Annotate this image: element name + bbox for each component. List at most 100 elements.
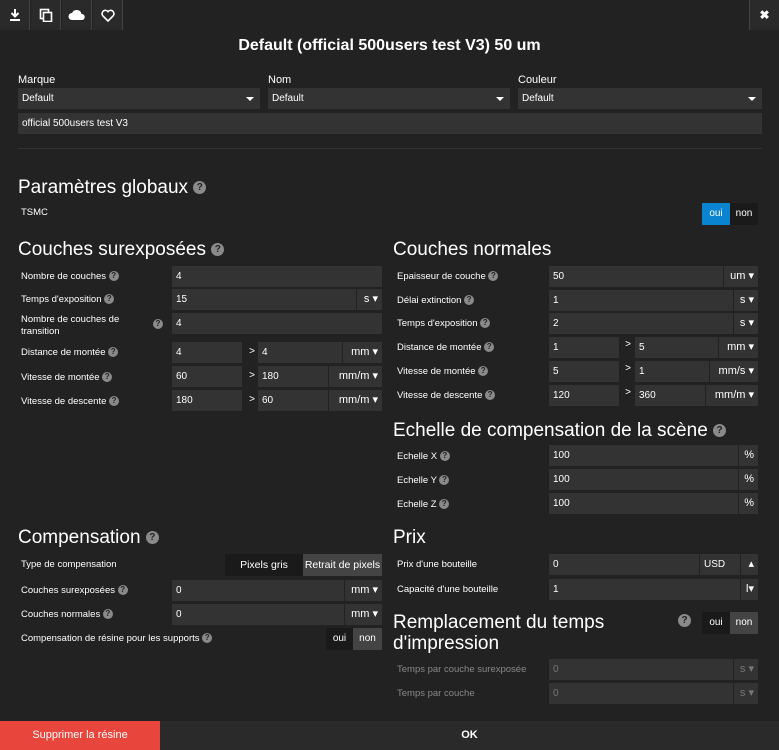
normal-lift-speed-a-input[interactable]: 5 [549, 361, 619, 382]
help-icon[interactable]: ? [713, 424, 727, 438]
print-time-no-toggle[interactable]: non [730, 612, 758, 634]
over-retract-speed-label-text: Vitesse de descente [21, 396, 107, 407]
description-field[interactable]: official 500users test V3 [18, 113, 762, 134]
help-icon[interactable]: ? [480, 318, 491, 329]
normal-thickness-unit[interactable]: um ▾ [723, 266, 758, 287]
help-icon[interactable]: ? [678, 614, 691, 627]
over-lift-speed-b-input[interactable]: 180 [258, 366, 328, 387]
help-icon[interactable]: ? [102, 372, 113, 383]
download-icon [9, 9, 20, 21]
favorite-button[interactable] [93, 0, 123, 30]
normal-lift-dist-b-input[interactable]: 5 [635, 337, 718, 358]
normal-lift-dist-unit[interactable]: mm ▾ [718, 337, 758, 358]
print-time-layer-input[interactable]: 0 [549, 683, 733, 704]
bottle-price-input[interactable]: 0 [549, 554, 699, 575]
help-icon[interactable]: ? [439, 475, 450, 486]
supports-yes-toggle[interactable]: oui [326, 628, 353, 650]
help-icon[interactable]: ? [109, 396, 120, 407]
normal-retract-speed-label-text: Vitesse de descente [397, 390, 483, 401]
name-select[interactable]: Default [268, 88, 510, 109]
help-icon[interactable]: ? [104, 294, 115, 305]
help-icon[interactable]: ? [485, 390, 496, 401]
help-icon[interactable]: ? [211, 243, 225, 257]
over-retract-speed-unit[interactable]: mm/m ▾ [328, 390, 382, 411]
scale-z-input[interactable]: 100 [549, 493, 738, 514]
over-count-input[interactable]: 4 [172, 266, 382, 287]
over-lift-speed-unit[interactable]: mm/m ▾ [328, 366, 382, 387]
over-transition-input[interactable]: 4 [172, 313, 382, 334]
help-icon[interactable]: ? [478, 366, 489, 377]
normal-exposure-input[interactable]: 2 [549, 313, 733, 334]
print-time-over-unit[interactable]: s ▾ [733, 659, 758, 680]
over-exposure-input[interactable]: 15 [172, 289, 356, 310]
close-button[interactable]: ✖ [749, 0, 779, 30]
help-icon[interactable]: ? [488, 271, 499, 282]
over-count-label-text: Nombre de couches [21, 271, 107, 282]
help-icon[interactable]: ? [117, 585, 128, 596]
scale-x-input[interactable]: 100 [549, 445, 738, 466]
page-title: Default (official 500users test V3) 50 u… [238, 37, 541, 54]
normal-retract-speed-unit[interactable]: mm/m ▾ [705, 385, 758, 406]
supports-no-toggle[interactable]: non [353, 628, 382, 650]
help-icon[interactable]: ? [145, 531, 159, 545]
brand-select[interactable]: Default [18, 88, 260, 109]
bottle-capacity-input[interactable]: 1 [549, 579, 740, 600]
help-icon[interactable]: ? [102, 609, 113, 620]
normal-thickness-input[interactable]: 50 [549, 266, 723, 287]
over-retract-speed-a-input[interactable]: 180 [172, 390, 242, 411]
help-icon[interactable]: ? [484, 342, 495, 353]
tsmc-yes-toggle[interactable]: oui [702, 203, 730, 225]
over-lift-dist-a-input[interactable]: 4 [172, 342, 242, 363]
normal-lift-speed-unit[interactable]: mm/s ▾ [709, 361, 758, 382]
normal-retract-speed-a-input[interactable]: 120 [549, 385, 619, 406]
compensation-retract-option[interactable]: Retrait de pixels [303, 554, 382, 576]
normal-lift-speed-b-input[interactable]: 1 [635, 361, 709, 382]
normal-delay-input[interactable]: 1 [549, 290, 733, 311]
tsmc-no-toggle[interactable]: non [730, 203, 758, 225]
over-lift-dist-unit[interactable]: mm ▾ [342, 342, 382, 363]
compensation-title-text: Compensation [18, 527, 141, 548]
over-retract-speed-b-input[interactable]: 60 [258, 390, 328, 411]
compensation-normal-input[interactable]: 0 [172, 604, 344, 625]
print-time-layer-unit[interactable]: s ▾ [733, 683, 758, 704]
help-icon[interactable]: ? [108, 347, 119, 358]
over-lift-speed-a-input[interactable]: 60 [172, 366, 242, 387]
ok-button[interactable]: OK [160, 721, 779, 750]
print-time-yes-toggle[interactable]: oui [702, 612, 730, 634]
compensation-normal-unit[interactable]: mm ▾ [344, 604, 382, 625]
compensation-gray-option[interactable]: Pixels gris [225, 554, 303, 576]
help-icon[interactable]: ? [439, 499, 450, 510]
download-button[interactable] [0, 0, 30, 30]
capacity-unit[interactable]: l▾ [740, 579, 758, 600]
currency-select[interactable]: USD [700, 554, 740, 575]
compensation-over-unit[interactable]: mm ▾ [344, 580, 382, 601]
over-lift-dist-b-input[interactable]: 4 [258, 342, 342, 363]
help-icon[interactable]: ? [153, 319, 163, 329]
help-icon[interactable]: ? [439, 451, 450, 462]
normal-delay-unit[interactable]: s ▾ [733, 290, 758, 311]
cloud-button[interactable] [62, 0, 92, 30]
delete-resin-button[interactable]: Supprimer la résine [0, 721, 160, 750]
normal-retract-speed-b-input[interactable]: 360 [635, 385, 705, 406]
scale-y-input[interactable]: 100 [549, 469, 738, 490]
over-exposure-unit[interactable]: s ▾ [356, 289, 382, 310]
normal-exposure-unit[interactable]: s ▾ [733, 313, 758, 334]
price-section-title: Prix [393, 527, 426, 548]
help-icon[interactable]: ? [193, 181, 207, 195]
currency-toggle[interactable]: ▴ [740, 554, 758, 575]
normal-thickness-label-text: Epaisseur de couche [397, 271, 486, 282]
unit-text: mm [727, 341, 746, 353]
unit-text: s [739, 687, 746, 699]
normal-lift-dist-a-input[interactable]: 1 [549, 337, 619, 358]
compensation-over-input[interactable]: 0 [172, 580, 344, 601]
normal-retract-speed-label: Vitesse de descente ? [397, 390, 496, 402]
compensation-normal-label-text: Couches normales [21, 609, 101, 620]
help-icon[interactable]: ? [202, 633, 213, 644]
help-icon[interactable]: ? [108, 271, 119, 282]
color-select[interactable]: Default [518, 88, 762, 109]
help-icon[interactable]: ? [464, 295, 475, 306]
copy-button[interactable] [31, 0, 61, 30]
normal-exposure-label: Temps d'exposition ? [397, 318, 491, 330]
normal-exposure-label-text: Temps d'exposition [397, 318, 478, 329]
print-time-over-input[interactable]: 0 [549, 659, 733, 680]
